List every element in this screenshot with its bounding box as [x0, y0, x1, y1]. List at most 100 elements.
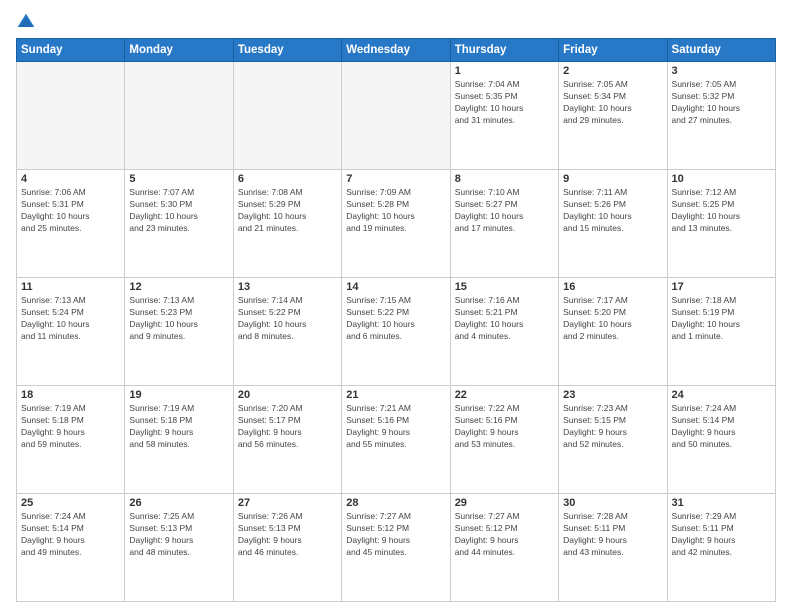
calendar-cell: 8 Sunrise: 7:10 AM Sunset: 5:27 PM Daylig…	[450, 170, 558, 278]
weekday-header: Saturday	[667, 39, 775, 62]
day-detail: Sunrise: 7:08 AM Sunset: 5:29 PM Dayligh…	[238, 187, 337, 235]
calendar-cell: 3 Sunrise: 7:05 AM Sunset: 5:32 PM Daylig…	[667, 62, 775, 170]
day-number: 21	[346, 389, 445, 401]
day-number: 17	[672, 281, 771, 293]
calendar-cell: 15Sunrise: 7:16 AM Sunset: 5:21 PM Dayli…	[450, 278, 558, 386]
day-detail: Sunrise: 7:29 AM Sunset: 5:11 PM Dayligh…	[672, 511, 771, 559]
calendar-cell: 28Sunrise: 7:27 AM Sunset: 5:12 PM Dayli…	[342, 494, 450, 602]
day-number: 23	[563, 389, 662, 401]
calendar-cell: 31Sunrise: 7:29 AM Sunset: 5:11 PM Dayli…	[667, 494, 775, 602]
day-number: 19	[129, 389, 228, 401]
calendar-cell: 5 Sunrise: 7:07 AM Sunset: 5:30 PM Daylig…	[125, 170, 233, 278]
day-detail: Sunrise: 7:20 AM Sunset: 5:17 PM Dayligh…	[238, 403, 337, 451]
day-detail: Sunrise: 7:10 AM Sunset: 5:27 PM Dayligh…	[455, 187, 554, 235]
day-number: 18	[21, 389, 120, 401]
day-detail: Sunrise: 7:05 AM Sunset: 5:34 PM Dayligh…	[563, 79, 662, 127]
calendar-cell: 18 Sunrise: 7:19 AM Sunset: 5:18 PM Dayli…	[17, 386, 125, 494]
calendar-cell: 10Sunrise: 7:12 AM Sunset: 5:25 PM Dayli…	[667, 170, 775, 278]
day-detail: Sunrise: 7:09 AM Sunset: 5:28 PM Dayligh…	[346, 187, 445, 235]
day-number: 1	[455, 65, 554, 77]
day-detail: Sunrise: 7:15 AM Sunset: 5:22 PM Dayligh…	[346, 295, 445, 343]
day-number: 22	[455, 389, 554, 401]
day-detail: Sunrise: 7:23 AM Sunset: 5:15 PM Dayligh…	[563, 403, 662, 451]
calendar-cell: 12 Sunrise: 7:13 AM Sunset: 5:23 PM Dayli…	[125, 278, 233, 386]
day-detail: Sunrise: 7:16 AM Sunset: 5:21 PM Dayligh…	[455, 295, 554, 343]
day-detail: Sunrise: 7:19 AM Sunset: 5:18 PM Dayligh…	[21, 403, 120, 451]
calendar-table: SundayMondayTuesdayWednesdayThursdayFrid…	[16, 38, 776, 602]
weekday-header: Sunday	[17, 39, 125, 62]
calendar-cell: 23 Sunrise: 7:23 AM Sunset: 5:15 PM Dayli…	[559, 386, 667, 494]
calendar-cell: 9 Sunrise: 7:11 AM Sunset: 5:26 PM Daylig…	[559, 170, 667, 278]
day-number: 24	[672, 389, 771, 401]
calendar-cell: 6 Sunrise: 7:08 AM Sunset: 5:29 PM Daylig…	[233, 170, 341, 278]
calendar-cell: 2 Sunrise: 7:05 AM Sunset: 5:34 PM Daylig…	[559, 62, 667, 170]
day-number: 3	[672, 65, 771, 77]
calendar-cell: 29 Sunrise: 7:27 AM Sunset: 5:12 PM Dayli…	[450, 494, 558, 602]
day-number: 10	[672, 173, 771, 185]
day-detail: Sunrise: 7:05 AM Sunset: 5:32 PM Dayligh…	[672, 79, 771, 127]
weekday-header: Thursday	[450, 39, 558, 62]
day-detail: Sunrise: 7:07 AM Sunset: 5:30 PM Dayligh…	[129, 187, 228, 235]
calendar-cell: 16 Sunrise: 7:17 AM Sunset: 5:20 PM Dayli…	[559, 278, 667, 386]
calendar-cell: 13 Sunrise: 7:14 AM Sunset: 5:22 PM Dayli…	[233, 278, 341, 386]
day-detail: Sunrise: 7:22 AM Sunset: 5:16 PM Dayligh…	[455, 403, 554, 451]
day-detail: Sunrise: 7:14 AM Sunset: 5:22 PM Dayligh…	[238, 295, 337, 343]
day-number: 2	[563, 65, 662, 77]
day-number: 11	[21, 281, 120, 293]
day-number: 20	[238, 389, 337, 401]
day-detail: Sunrise: 7:24 AM Sunset: 5:14 PM Dayligh…	[21, 511, 120, 559]
logo	[16, 12, 40, 32]
day-detail: Sunrise: 7:17 AM Sunset: 5:20 PM Dayligh…	[563, 295, 662, 343]
day-number: 13	[238, 281, 337, 293]
day-detail: Sunrise: 7:13 AM Sunset: 5:23 PM Dayligh…	[129, 295, 228, 343]
calendar-cell: 27 Sunrise: 7:26 AM Sunset: 5:13 PM Dayli…	[233, 494, 341, 602]
weekday-header: Wednesday	[342, 39, 450, 62]
day-number: 14	[346, 281, 445, 293]
day-detail: Sunrise: 7:18 AM Sunset: 5:19 PM Dayligh…	[672, 295, 771, 343]
day-number: 27	[238, 497, 337, 509]
calendar-cell	[125, 62, 233, 170]
weekday-header: Tuesday	[233, 39, 341, 62]
calendar-cell: 1 Sunrise: 7:04 AM Sunset: 5:35 PM Daylig…	[450, 62, 558, 170]
day-number: 30	[563, 497, 662, 509]
day-number: 25	[21, 497, 120, 509]
weekday-header: Friday	[559, 39, 667, 62]
header	[16, 12, 776, 32]
day-number: 6	[238, 173, 337, 185]
calendar-cell: 30 Sunrise: 7:28 AM Sunset: 5:11 PM Dayli…	[559, 494, 667, 602]
day-number: 26	[129, 497, 228, 509]
day-detail: Sunrise: 7:21 AM Sunset: 5:16 PM Dayligh…	[346, 403, 445, 451]
calendar-cell: 22 Sunrise: 7:22 AM Sunset: 5:16 PM Dayli…	[450, 386, 558, 494]
day-number: 9	[563, 173, 662, 185]
day-detail: Sunrise: 7:25 AM Sunset: 5:13 PM Dayligh…	[129, 511, 228, 559]
calendar-cell: 4 Sunrise: 7:06 AM Sunset: 5:31 PM Daylig…	[17, 170, 125, 278]
calendar-cell: 25 Sunrise: 7:24 AM Sunset: 5:14 PM Dayli…	[17, 494, 125, 602]
calendar-cell: 24Sunrise: 7:24 AM Sunset: 5:14 PM Dayli…	[667, 386, 775, 494]
day-detail: Sunrise: 7:19 AM Sunset: 5:18 PM Dayligh…	[129, 403, 228, 451]
day-detail: Sunrise: 7:11 AM Sunset: 5:26 PM Dayligh…	[563, 187, 662, 235]
page: SundayMondayTuesdayWednesdayThursdayFrid…	[0, 0, 792, 612]
day-number: 4	[21, 173, 120, 185]
day-detail: Sunrise: 7:06 AM Sunset: 5:31 PM Dayligh…	[21, 187, 120, 235]
day-number: 8	[455, 173, 554, 185]
calendar-cell: 20 Sunrise: 7:20 AM Sunset: 5:17 PM Dayli…	[233, 386, 341, 494]
day-detail: Sunrise: 7:28 AM Sunset: 5:11 PM Dayligh…	[563, 511, 662, 559]
day-detail: Sunrise: 7:04 AM Sunset: 5:35 PM Dayligh…	[455, 79, 554, 127]
calendar-cell: 17 Sunrise: 7:18 AM Sunset: 5:19 PM Dayli…	[667, 278, 775, 386]
day-detail: Sunrise: 7:26 AM Sunset: 5:13 PM Dayligh…	[238, 511, 337, 559]
day-detail: Sunrise: 7:27 AM Sunset: 5:12 PM Dayligh…	[455, 511, 554, 559]
day-number: 7	[346, 173, 445, 185]
day-number: 5	[129, 173, 228, 185]
day-number: 29	[455, 497, 554, 509]
weekday-header: Monday	[125, 39, 233, 62]
calendar-cell: 21 Sunrise: 7:21 AM Sunset: 5:16 PM Dayli…	[342, 386, 450, 494]
day-number: 12	[129, 281, 228, 293]
day-number: 16	[563, 281, 662, 293]
calendar-cell: 19 Sunrise: 7:19 AM Sunset: 5:18 PM Dayli…	[125, 386, 233, 494]
day-detail: Sunrise: 7:13 AM Sunset: 5:24 PM Dayligh…	[21, 295, 120, 343]
calendar-cell: 26 Sunrise: 7:25 AM Sunset: 5:13 PM Dayli…	[125, 494, 233, 602]
day-number: 28	[346, 497, 445, 509]
calendar-cell: 11 Sunrise: 7:13 AM Sunset: 5:24 PM Dayli…	[17, 278, 125, 386]
calendar-cell	[342, 62, 450, 170]
calendar-cell: 14 Sunrise: 7:15 AM Sunset: 5:22 PM Dayli…	[342, 278, 450, 386]
